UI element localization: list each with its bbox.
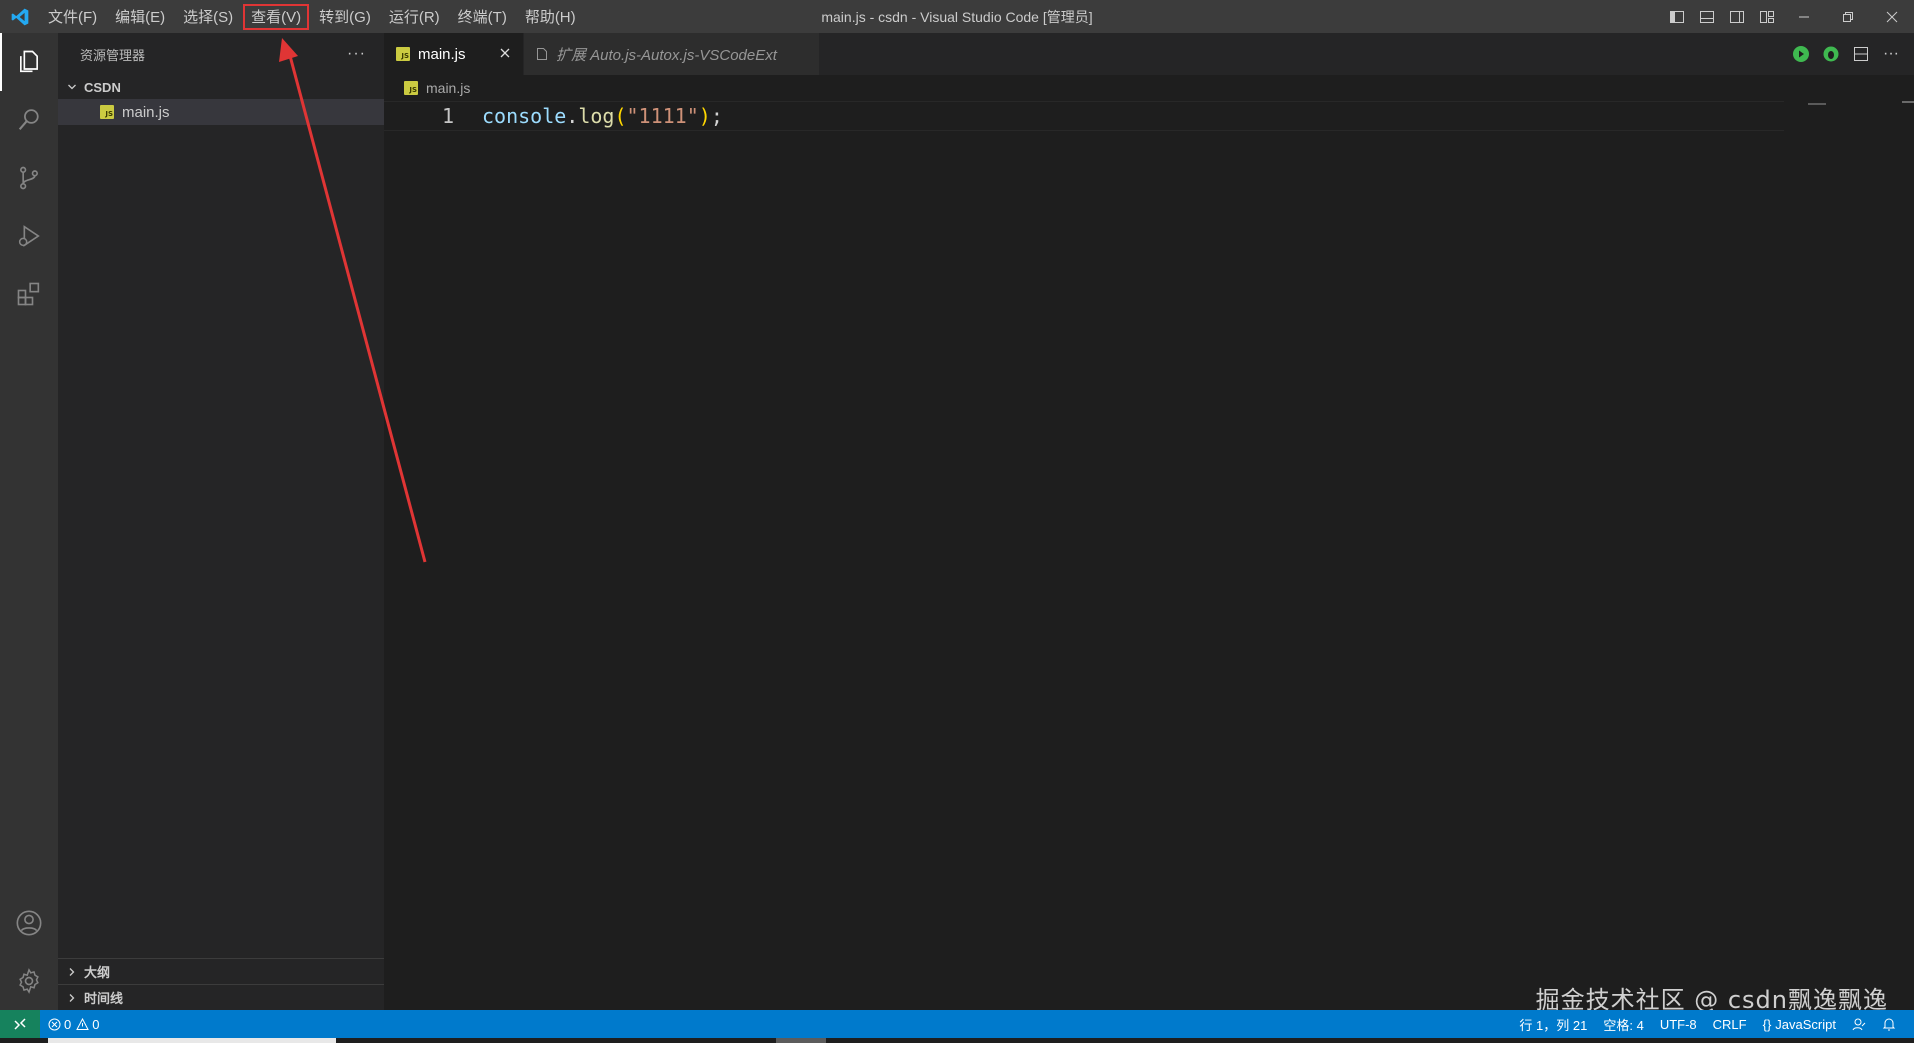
- js-file-icon: JS: [404, 81, 418, 95]
- customize-layout-icon[interactable]: [1752, 0, 1782, 33]
- menu-view[interactable]: 查看(V): [243, 3, 310, 30]
- minimap[interactable]: [1808, 103, 1826, 105]
- toggle-secondary-sidebar-icon[interactable]: [1722, 0, 1752, 33]
- token-string: "1111": [626, 104, 699, 128]
- title-bar: 文件(F) 编辑(E) 选择(S) 查看(V) 转到(G) 运行(R) 终端(T…: [0, 0, 1914, 33]
- line-number: 1: [441, 104, 454, 128]
- outline-section[interactable]: 大纲: [58, 958, 384, 984]
- account-icon[interactable]: [0, 894, 58, 952]
- encoding[interactable]: UTF-8: [1652, 1010, 1705, 1038]
- folder-csdn[interactable]: CSDN: [58, 75, 384, 99]
- language-mode[interactable]: {} JavaScript: [1755, 1010, 1844, 1038]
- remote-icon[interactable]: [0, 1010, 40, 1038]
- chevron-right-icon: [64, 964, 80, 980]
- error-icon: [48, 1018, 61, 1031]
- menu-file[interactable]: 文件(F): [40, 4, 105, 30]
- editor-area: JS main.js 扩展 Auto.js-Autox.js-VSCodeExt: [384, 33, 1914, 1010]
- extensions-icon[interactable]: [0, 265, 58, 323]
- status-bar: 0 0 行 1，列 21 空格: 4 UTF-8 CRLF {} JavaScr…: [0, 1010, 1914, 1038]
- folder-label: CSDN: [84, 79, 121, 95]
- document-icon: [536, 47, 548, 61]
- token-semicolon: ;: [710, 104, 723, 128]
- timeline-section[interactable]: 时间线: [58, 984, 384, 1010]
- error-count: 0: [64, 1016, 72, 1032]
- menu-bar: 文件(F) 编辑(E) 选择(S) 查看(V) 转到(G) 运行(R) 终端(T…: [40, 0, 586, 33]
- vscode-logo-icon: [0, 0, 40, 33]
- close-tab-icon[interactable]: [499, 46, 511, 63]
- run-debug-icon[interactable]: [0, 207, 58, 265]
- tab-extension[interactable]: 扩展 Auto.js-Autox.js-VSCodeExt: [524, 33, 820, 75]
- notifications-bell-icon[interactable]: [1874, 1010, 1904, 1038]
- explorer-title: 资源管理器: [80, 47, 146, 63]
- file-main-js[interactable]: JS main.js: [58, 99, 384, 125]
- braces-icon: {}: [1762, 1016, 1772, 1032]
- token-dot: .: [566, 104, 579, 128]
- minimize-icon[interactable]: [1782, 0, 1826, 33]
- search-icon[interactable]: [0, 91, 58, 149]
- token-paren-open: (: [614, 104, 627, 128]
- timeline-label: 时间线: [84, 991, 124, 1006]
- toggle-primary-sidebar-icon[interactable]: [1662, 0, 1692, 33]
- warning-count: 0: [92, 1016, 100, 1032]
- menu-help[interactable]: 帮助(H): [517, 4, 584, 30]
- token-paren-close: ): [698, 104, 711, 128]
- js-file-icon: JS: [396, 47, 410, 61]
- breadcrumb-file: main.js: [426, 80, 471, 96]
- code-text[interactable]: console.log("1111");: [482, 104, 723, 128]
- breadcrumb[interactable]: JS main.js: [384, 75, 1914, 101]
- cursor-position[interactable]: 行 1，列 21: [1511, 1010, 1595, 1038]
- chevron-down-icon: [64, 79, 80, 95]
- indentation[interactable]: 空格: 4: [1595, 1010, 1651, 1038]
- split-editor-icon[interactable]: [1846, 39, 1876, 69]
- toggle-panel-icon[interactable]: [1692, 0, 1722, 33]
- token-function: log: [578, 104, 615, 128]
- activity-bar: [0, 33, 58, 1010]
- tab-label: 扩展 Auto.js-Autox.js-VSCodeExt: [556, 46, 777, 64]
- language-label: JavaScript: [1775, 1016, 1836, 1032]
- explorer-icon[interactable]: [0, 33, 58, 91]
- more-actions-icon[interactable]: ···: [1876, 39, 1906, 69]
- warning-icon: [76, 1017, 90, 1031]
- tab-bar: JS main.js 扩展 Auto.js-Autox.js-VSCodeExt: [384, 33, 1914, 75]
- menu-edit[interactable]: 编辑(E): [107, 4, 173, 30]
- tab-main-js[interactable]: JS main.js: [384, 33, 524, 75]
- menu-terminal[interactable]: 终端(T): [450, 4, 515, 30]
- scrollbar[interactable]: [1902, 101, 1914, 103]
- source-control-icon[interactable]: [0, 149, 58, 207]
- token-identifier: console: [482, 104, 567, 128]
- debug-icon[interactable]: [1816, 39, 1846, 69]
- js-file-icon: JS: [100, 105, 114, 119]
- more-actions-icon[interactable]: ···: [347, 45, 366, 63]
- problems-indicator[interactable]: 0 0: [40, 1010, 107, 1038]
- explorer-sidebar: 资源管理器 ··· CSDN JS main.js 大纲 时间线: [58, 33, 384, 1010]
- taskbar-strip: [0, 1038, 1914, 1043]
- feedback-icon[interactable]: [1844, 1010, 1874, 1038]
- tab-label: main.js: [418, 45, 466, 63]
- menu-selection[interactable]: 选择(S): [175, 4, 241, 30]
- restore-icon[interactable]: [1826, 0, 1870, 33]
- outline-label: 大纲: [84, 965, 111, 980]
- settings-gear-icon[interactable]: [0, 952, 58, 1010]
- file-label: main.js: [122, 103, 170, 121]
- chevron-right-icon: [64, 990, 80, 1006]
- run-icon[interactable]: [1786, 39, 1816, 69]
- code-line[interactable]: 1 console.log("1111");: [384, 101, 1784, 131]
- line-ending[interactable]: CRLF: [1705, 1010, 1755, 1038]
- close-window-icon[interactable]: [1870, 0, 1914, 33]
- menu-go[interactable]: 转到(G): [311, 4, 379, 30]
- menu-run[interactable]: 运行(R): [381, 4, 448, 30]
